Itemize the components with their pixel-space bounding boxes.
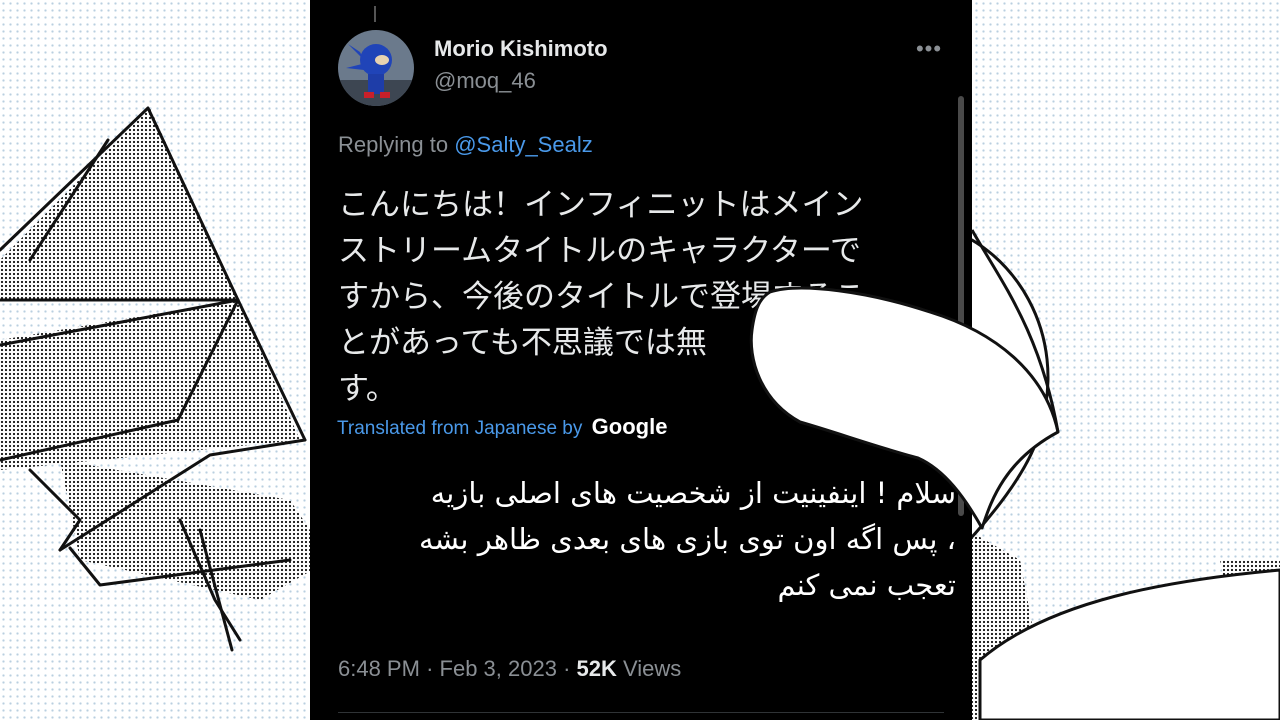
tweet-card: Morio Kishimoto @moq_46 ••• Replying to … xyxy=(310,0,972,720)
tweet-text-line: とがあっても不思議では無 xyxy=(338,325,707,361)
tweet-text-line: ストリームタイトルのキャラクターで xyxy=(338,233,861,269)
divider xyxy=(338,712,944,713)
replying-prefix: Replying to xyxy=(338,132,449,157)
left-comic-drawing xyxy=(0,106,330,652)
display-name[interactable]: Morio Kishimoto xyxy=(434,36,608,62)
right-comic-drawing xyxy=(950,228,1280,720)
tweet-text-line: す。 xyxy=(338,371,397,407)
tweet-text-line: こんにちは！インフィニットはメイン xyxy=(338,187,864,223)
views-label: Views xyxy=(623,656,682,681)
translation-attribution[interactable]: Translated from Japanese by Google xyxy=(337,414,667,440)
meta-separator: · xyxy=(563,656,571,681)
translation-line: ، پس اگه اون توی بازی های بعدی ظاهر بشه xyxy=(418,522,956,556)
tweet-date[interactable]: Feb 3, 2023 xyxy=(440,656,557,681)
tweet-time[interactable]: 6:48 PM xyxy=(338,656,420,681)
thread-line xyxy=(374,6,376,22)
tweet-text-line: すから、今後のタイトルで登場するこ xyxy=(338,279,865,315)
translated-label: Translated from Japanese by xyxy=(337,418,583,439)
translation-line: تعجب نمی کنم xyxy=(777,568,956,602)
tweet-meta: 6:48 PM · Feb 3, 2023 · 52K Views xyxy=(338,656,681,682)
more-horizontal-icon[interactable]: ••• xyxy=(914,34,944,64)
reply-mention-link[interactable]: @Salty_Sealz xyxy=(454,132,593,157)
tweet-text: こんにちは！インフィニットはメイン ストリームタイトルのキャラクターで すから、… xyxy=(338,182,938,412)
meta-separator: · xyxy=(426,656,434,681)
google-logo: Google xyxy=(591,414,668,439)
translation-line: سلام ! اینفینیت از شخصیت های اصلی بازیه xyxy=(430,476,956,510)
scrollbar[interactable] xyxy=(958,96,964,516)
avatar-image xyxy=(338,30,414,106)
avatar[interactable] xyxy=(338,30,414,106)
views-count[interactable]: 52K xyxy=(577,656,617,681)
persian-translation: سلام ! اینفینیت از شخصیت های اصلی بازیه … xyxy=(300,470,956,608)
replying-to: Replying to @Salty_Sealz xyxy=(338,132,593,158)
user-handle[interactable]: @moq_46 xyxy=(434,68,536,94)
